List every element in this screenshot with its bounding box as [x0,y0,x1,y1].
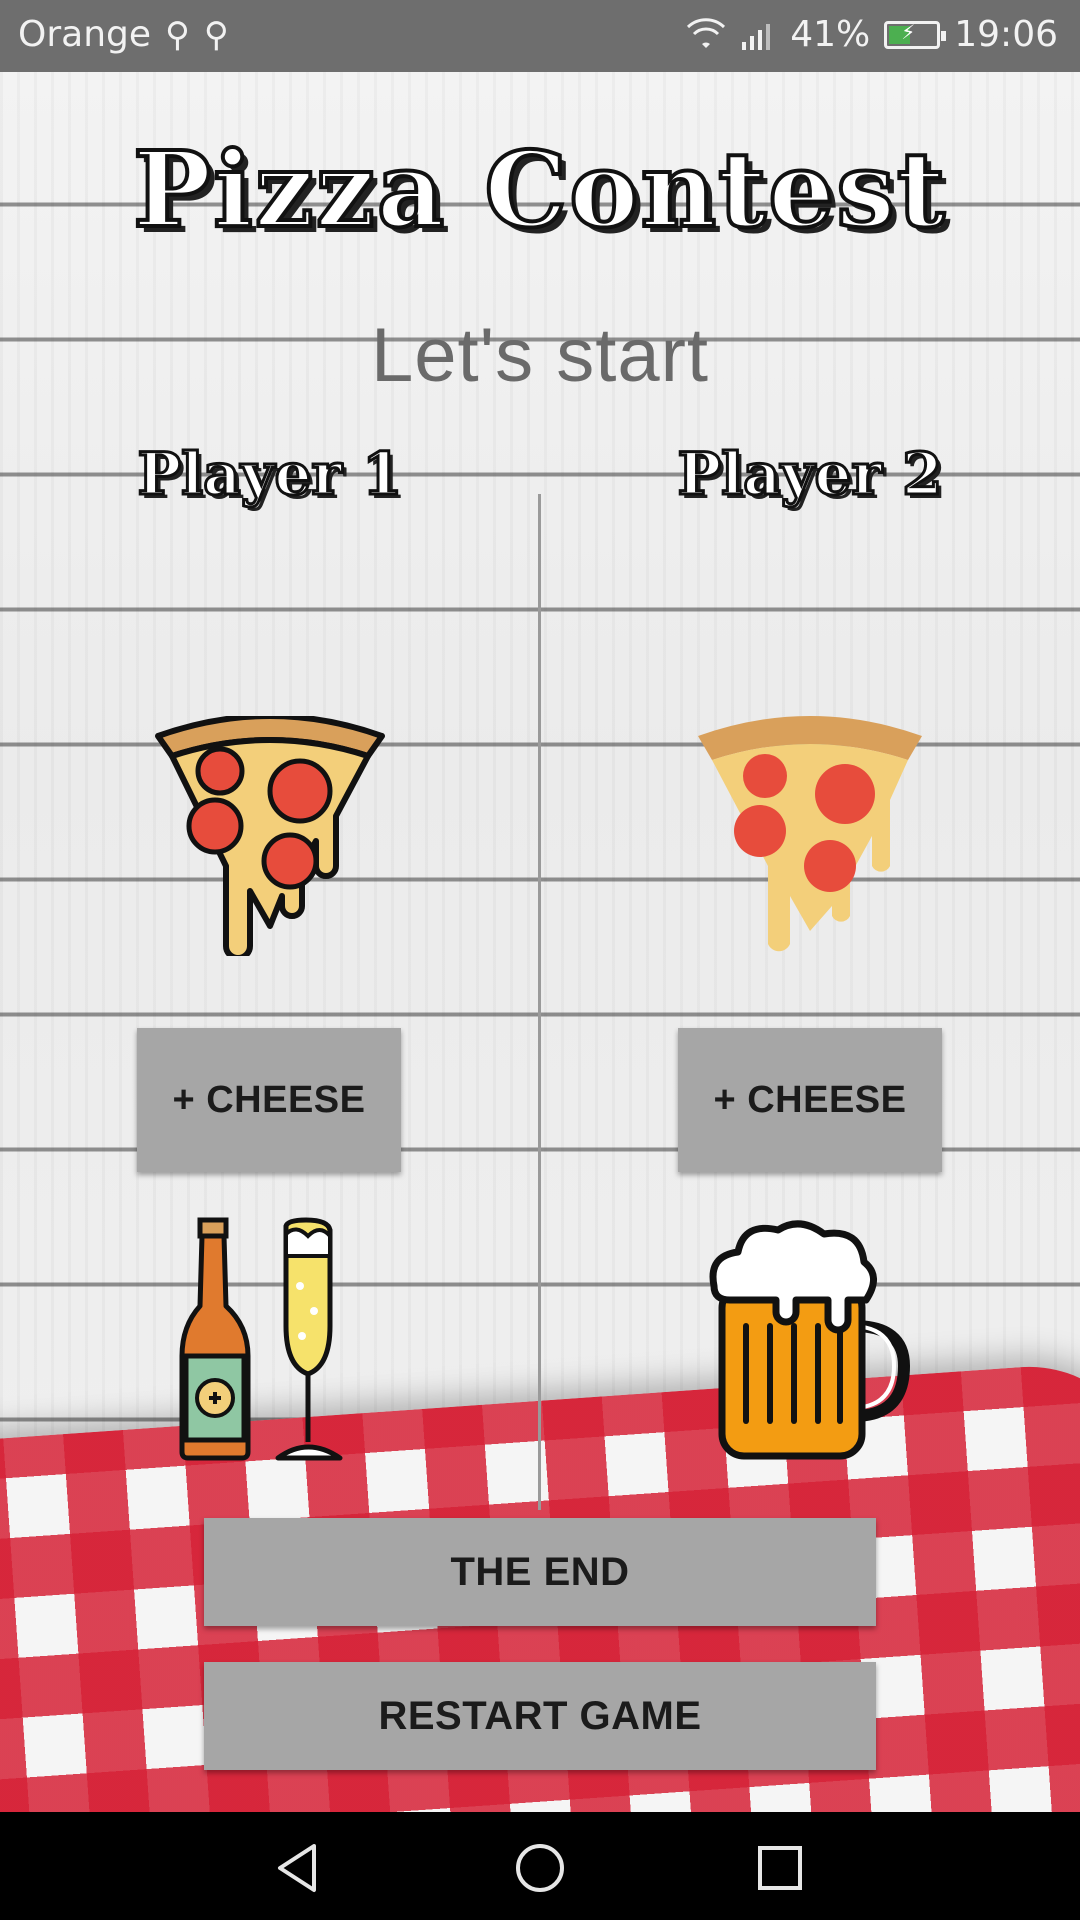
battery-percent: 41% [790,14,871,55]
usb-icon: ⚲ [203,14,229,55]
status-right: 41% ⚡ 19:06 [686,14,1058,55]
carrier-label: Orange [18,14,152,55]
usb-icon: ⚲ [165,14,190,55]
pizza-slice-outlined-icon [155,716,385,956]
end-game-button[interactable]: THE END [204,1518,876,1626]
status-message: Let's start [370,313,710,398]
wifi-icon [687,17,726,48]
restart-game-button[interactable]: RESTART GAME [204,1662,876,1770]
status-left: Orange ⚲ ⚲ [18,14,229,55]
app-title: Pizza Contest [131,126,947,253]
pizza-slice-flat-icon [698,716,922,952]
navigation-bar [0,1812,1080,1920]
home-icon[interactable] [510,1838,570,1898]
charging-icon: ⚡ [901,19,916,44]
player-2-cheese-button[interactable]: + CHEESE [678,1028,942,1172]
player-1-label: Player 1 [136,439,404,510]
recent-apps-icon[interactable] [750,1838,810,1898]
status-bar: Orange ⚲ ⚲ 41% ⚡ 19:06 [0,0,1080,72]
player-divider [538,494,541,1510]
battery-icon: ⚡ [884,19,947,49]
clock: 19:06 [954,14,1058,55]
signal-icon [742,23,771,50]
beer-bottle-and-champagne-glass-icon [179,1217,343,1461]
player-2-label: Player 2 [676,439,944,510]
beer-mug-icon [709,1220,911,1460]
back-icon[interactable] [270,1838,330,1898]
app-screen: Orange ⚲ ⚲ 41% ⚡ 19:06 Pizza Contest Let… [0,0,1080,1920]
player-1-cheese-button[interactable]: + CHEESE [137,1028,401,1172]
